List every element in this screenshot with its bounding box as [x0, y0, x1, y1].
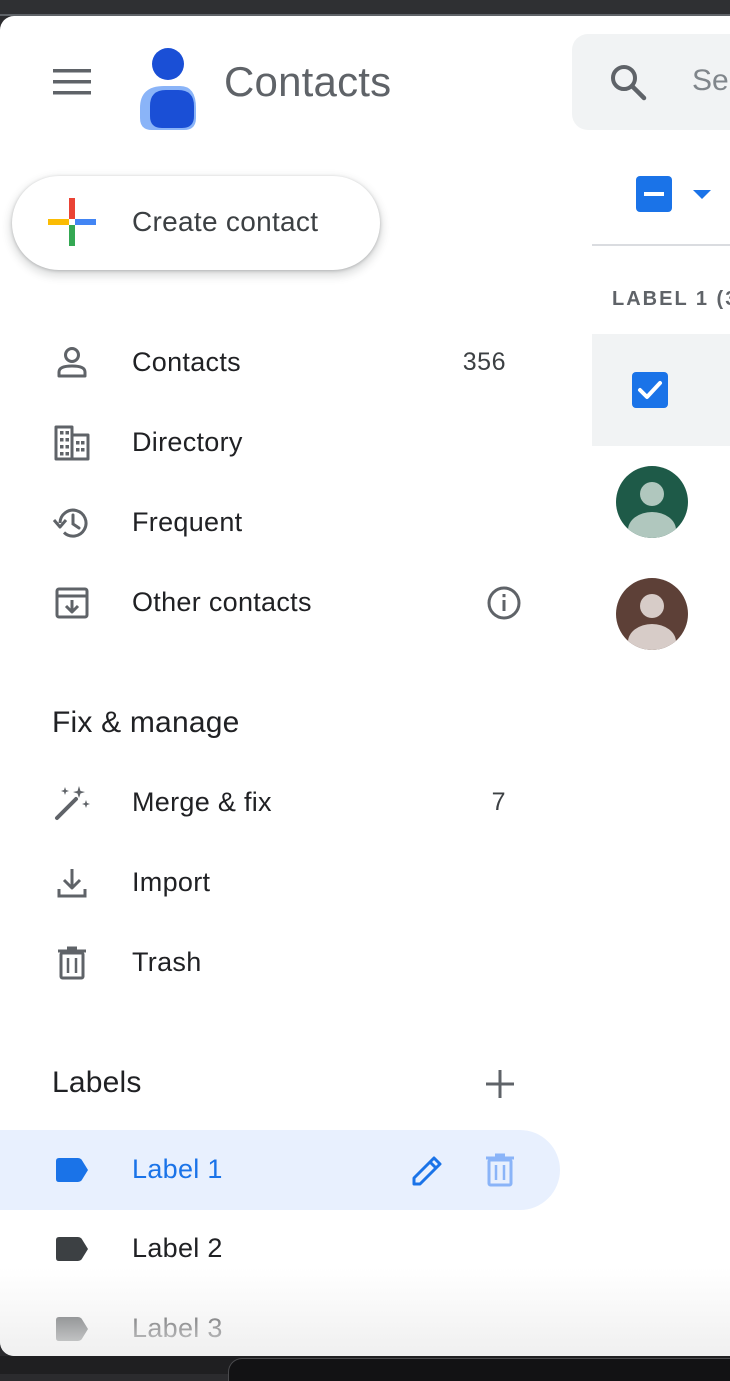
label-name-label-3: Label 3 — [132, 1313, 223, 1343]
contacts-window: Contacts Se Create contact Contacts 356 — [0, 16, 730, 1356]
select-dropdown-caret-icon[interactable] — [690, 184, 714, 204]
nav-item-directory[interactable]: Directory — [0, 403, 560, 483]
add-label-plus-icon[interactable] — [478, 1062, 522, 1106]
checkmark-icon — [638, 381, 662, 399]
delete-label-trash-icon[interactable] — [480, 1150, 520, 1190]
select-all-checkbox[interactable] — [636, 176, 672, 212]
archive-download-icon — [55, 587, 89, 619]
dock-bar — [0, 1356, 730, 1381]
create-contact-button[interactable]: Create contact — [12, 176, 380, 270]
hamburger-menu-icon — [53, 69, 91, 95]
main-menu-button[interactable] — [40, 50, 104, 114]
trash-icon — [58, 946, 86, 980]
search-input[interactable]: Se — [692, 64, 729, 98]
magic-wand-icon — [55, 786, 90, 820]
fix-manage-heading: Fix & manage — [52, 706, 240, 739]
app-title: Contacts — [224, 58, 392, 105]
nav-item-trash[interactable]: Trash — [0, 923, 560, 1003]
nav-item-import[interactable]: Import — [0, 843, 560, 923]
nav-label-import: Import — [132, 867, 211, 897]
nav-label-directory: Directory — [132, 427, 243, 457]
label-name-label-1: Label 1 — [132, 1154, 223, 1184]
create-contact-label: Create contact — [132, 206, 319, 237]
label-item-label-3[interactable]: Label 3 — [0, 1289, 560, 1356]
building-icon — [54, 425, 90, 461]
nav-item-frequent[interactable]: Frequent — [0, 483, 560, 563]
nav-label-frequent: Frequent — [132, 507, 243, 537]
edit-pencil-icon[interactable] — [408, 1150, 448, 1190]
contacts-logo-icon — [140, 48, 196, 130]
merge-fix-count: 7 — [491, 788, 506, 816]
history-icon — [52, 508, 88, 538]
nav-label-trash: Trash — [132, 947, 202, 977]
label-item-label-1[interactable]: Label 1 — [0, 1130, 560, 1210]
download-icon — [57, 869, 87, 898]
nav-item-merge-fix[interactable]: Merge & fix 7 — [0, 763, 560, 843]
row-checkbox[interactable] — [632, 372, 668, 408]
list-header: LABEL 1 (3 — [612, 288, 730, 310]
label-tag-icon — [56, 1237, 88, 1261]
window-top-strip — [0, 0, 730, 16]
colorful-plus-icon — [48, 198, 96, 246]
label-item-label-2[interactable]: Label 2 — [0, 1209, 560, 1289]
labels-heading: Labels — [52, 1066, 142, 1099]
avatar[interactable] — [616, 578, 688, 650]
search-icon[interactable] — [608, 62, 648, 102]
avatar[interactable] — [616, 466, 688, 538]
toolbar-divider — [592, 244, 730, 246]
nav-label-other-contacts: Other contacts — [132, 587, 312, 617]
nav-label-merge-fix: Merge & fix — [132, 787, 272, 817]
nav-label-contacts: Contacts — [132, 347, 241, 377]
default-avatar-icon — [616, 578, 688, 650]
label-tag-icon — [56, 1317, 88, 1341]
nav-item-contacts[interactable]: Contacts 356 — [0, 323, 560, 403]
label-tag-icon — [56, 1158, 88, 1182]
search-box[interactable]: Se — [572, 34, 730, 130]
default-avatar-icon — [616, 466, 688, 538]
contacts-count: 356 — [462, 348, 506, 376]
label-name-label-2: Label 2 — [132, 1233, 223, 1263]
info-icon[interactable] — [484, 583, 524, 623]
nav-item-other-contacts[interactable]: Other contacts — [0, 563, 560, 643]
person-icon — [57, 347, 87, 378]
